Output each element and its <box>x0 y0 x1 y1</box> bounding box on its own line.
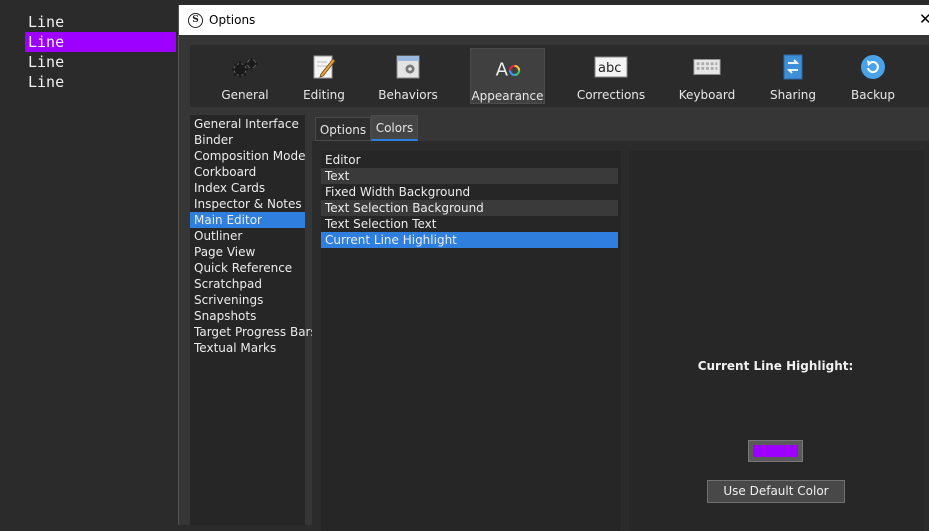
category-item[interactable]: Inspector & Notes <box>190 196 305 212</box>
gear-window-icon <box>394 54 422 80</box>
color-swatch-fill <box>753 445 798 457</box>
category-item[interactable]: Page View <box>190 244 305 260</box>
editor-line-current-highlight[interactable]: Line <box>25 32 176 52</box>
colors-tab-content: Editor Text Fixed Width Background Text … <box>312 141 929 531</box>
toolbar-label: Appearance <box>471 89 544 103</box>
close-icon[interactable]: ✕ <box>919 10 929 28</box>
category-item[interactable]: Corkboard <box>190 164 305 180</box>
category-item[interactable]: Textual Marks <box>190 340 305 356</box>
category-item[interactable]: Scratchpad <box>190 276 305 292</box>
editor-line[interactable]: Line <box>28 52 64 72</box>
use-default-color-button[interactable]: Use Default Color <box>707 480 845 503</box>
svg-text:abc: abc <box>598 61 621 76</box>
toolbar-label: Editing <box>303 88 345 102</box>
tab-options[interactable]: Options <box>315 117 371 141</box>
scrivener-app-icon: S <box>188 12 203 28</box>
toolbar-corrections-button[interactable]: abc Corrections <box>570 48 652 104</box>
font-color-icon: A <box>494 55 522 81</box>
gears-icon <box>231 54 259 80</box>
preferences-toolbar: General Editing Behaviors A Appearance a… <box>190 45 929 107</box>
toolbar-general-button[interactable]: General <box>206 48 284 104</box>
abc-icon: abc <box>594 54 628 80</box>
title-bar[interactable]: S Options ✕ <box>179 5 929 35</box>
toolbar-label: Behaviors <box>378 88 438 102</box>
color-setting-item[interactable]: Text Selection Background <box>321 200 618 216</box>
color-detail-panel: Current Line Highlight: Use Default Colo… <box>629 151 924 531</box>
backup-icon <box>859 54 887 80</box>
toolbar-backup-button[interactable]: Backup <box>844 48 902 104</box>
toolbar-keyboard-button[interactable]: Keyboard <box>674 48 740 104</box>
selected-color-label: Current Line Highlight: <box>697 359 854 373</box>
color-setting-item[interactable]: Editor <box>321 152 618 168</box>
category-item-selected[interactable]: Main Editor <box>190 212 305 228</box>
category-item[interactable]: Index Cards <box>190 180 305 196</box>
keyboard-icon <box>693 54 721 80</box>
toolbar-behaviors-button[interactable]: Behaviors <box>376 48 440 104</box>
color-setting-item[interactable]: Text Selection Text <box>321 216 618 232</box>
pencil-page-icon <box>310 54 338 80</box>
toolbar-label: Sharing <box>769 88 817 102</box>
category-list: General Interface Binder Composition Mod… <box>190 115 317 525</box>
color-setting-item[interactable]: Fixed Width Background <box>321 184 618 200</box>
toolbar-editing-button[interactable]: Editing <box>294 48 354 104</box>
color-setting-item-selected[interactable]: Current Line Highlight <box>321 232 618 248</box>
sync-document-icon <box>779 54 807 80</box>
category-item[interactable]: Binder <box>190 132 305 148</box>
category-item[interactable]: Outliner <box>190 228 305 244</box>
toolbar-label: Backup <box>851 88 895 102</box>
color-swatch-button[interactable] <box>748 440 803 462</box>
editor-line[interactable]: Line <box>28 12 64 32</box>
toolbar-label: Corrections <box>576 88 646 102</box>
category-item[interactable]: Scrivenings <box>190 292 305 308</box>
svg-text:A: A <box>495 59 508 80</box>
toolbar-sharing-button[interactable]: Sharing <box>764 48 822 104</box>
category-item[interactable]: Composition Mode <box>190 148 305 164</box>
color-setting-list: Editor Text Fixed Width Background Text … <box>321 151 621 531</box>
toolbar-label: General <box>221 88 269 102</box>
window-title: Options <box>209 13 256 27</box>
toolbar-appearance-button[interactable]: A Appearance <box>470 48 545 104</box>
category-item[interactable]: General Interface <box>190 116 305 132</box>
category-item[interactable]: Quick Reference <box>190 260 305 276</box>
category-item[interactable]: Target Progress Bars <box>190 324 317 340</box>
toolbar-label: Keyboard <box>678 88 736 102</box>
options-window: S Options ✕ General Editing Behaviors A … <box>178 5 929 531</box>
tab-colors[interactable]: Colors <box>371 115 418 141</box>
category-item[interactable]: Snapshots <box>190 308 305 324</box>
color-setting-item[interactable]: Text <box>321 168 618 184</box>
editor-line[interactable]: Line <box>28 72 64 92</box>
